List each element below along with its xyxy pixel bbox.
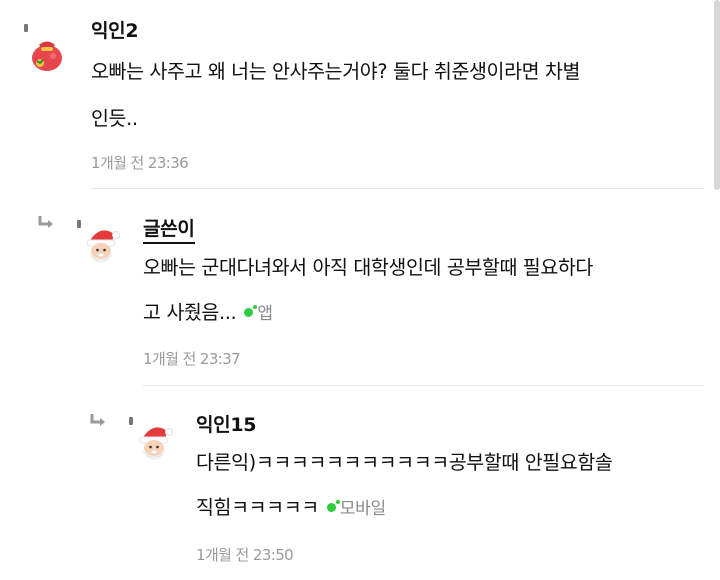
- menu-marker-icon[interactable]: [77, 220, 81, 228]
- santa-icon[interactable]: [78, 222, 124, 268]
- comment-timestamp: 1개월 전 23:50: [196, 546, 294, 564]
- comment-text-line: 오빠는 군대다녀와서 아직 대학생인데 공부할때 필요하다: [143, 256, 593, 279]
- divider: [91, 188, 704, 189]
- comment-author[interactable]: 글쓴이: [143, 214, 195, 244]
- comment-text-line-with-device: 고 사줬음... 앱: [143, 293, 273, 334]
- scrollbar[interactable]: [714, 0, 720, 190]
- santa-icon[interactable]: [131, 419, 177, 465]
- comment-text-fragment: 직힘ㅋㅋㅋㅋㅋ: [196, 496, 319, 519]
- comment-text-line: 다른익)ㅋㅋㅋㅋㅋㅋㅋㅋㅋㅋㅋ공부할때 안필요함솔: [196, 451, 613, 474]
- online-status-dot-icon: [326, 500, 340, 512]
- reply-arrow-icon: [37, 215, 55, 231]
- reply-arrow-icon: [89, 413, 107, 429]
- comment-text-line: 오빠는 사주고 왜 너는 안사주는거야? 둘다 취준생이라면 차별: [91, 60, 581, 83]
- comment-text-line: 인듯..: [91, 107, 138, 130]
- menu-marker-icon[interactable]: [129, 417, 133, 425]
- comment-text-fragment: 고 사줬음...: [143, 301, 237, 324]
- menu-marker-icon[interactable]: [24, 24, 28, 32]
- online-status-dot-icon: [244, 305, 258, 317]
- comment-text-line-with-device: 직힘ㅋㅋㅋㅋㅋ 모바일: [196, 488, 386, 529]
- comment-item: 익인15 다른익)ㅋㅋㅋㅋㅋㅋㅋㅋㅋㅋㅋ공부할때 안필요함솔 직힘ㅋㅋㅋㅋㅋ 모바…: [0, 386, 720, 580]
- comment-timestamp: 1개월 전 23:37: [143, 350, 241, 368]
- comment-timestamp: 1개월 전 23:36: [91, 154, 189, 172]
- comment-item: 글쓴이 오빠는 군대다녀와서 아직 대학생인데 공부할때 필요하다 고 사줬음.…: [0, 190, 720, 386]
- comment-item: 익인2 오빠는 사주고 왜 너는 안사주는거야? 둘다 취준생이라면 차별 인듯…: [0, 0, 720, 190]
- comment-author[interactable]: 익인2: [91, 16, 139, 43]
- device-label: 앱: [257, 304, 273, 324]
- red-pouch-icon[interactable]: [24, 28, 70, 74]
- device-label: 모바일: [339, 499, 386, 519]
- comment-author[interactable]: 익인15: [196, 410, 257, 437]
